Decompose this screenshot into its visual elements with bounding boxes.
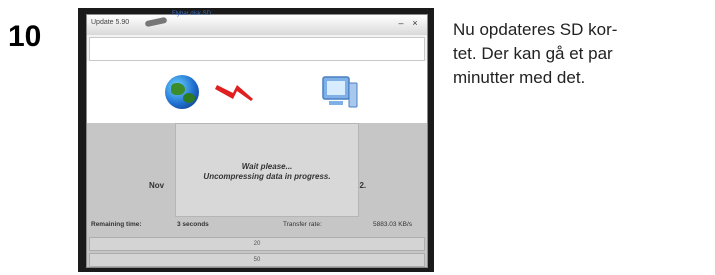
remaining-row: Remaining time: 3 seconds Transfer rate:… bbox=[87, 221, 427, 235]
progress-bar-1: 20 bbox=[89, 237, 425, 251]
computer-icon bbox=[322, 76, 358, 108]
transfer-value: 5883.03 KB/s bbox=[373, 221, 413, 228]
dialog-message-2: Uncompressing data in progress. bbox=[203, 172, 331, 181]
description-line: tet. Der kan gå et par bbox=[453, 44, 613, 63]
update-window: Update 5.90 Flybar disk SD – × Nov 02. R… bbox=[86, 11, 428, 268]
status-text-left: Nov bbox=[149, 181, 165, 190]
remaining-label: Remaining time: bbox=[91, 221, 142, 228]
window-titlebar: Update 5.90 Flybar disk SD – × bbox=[87, 11, 427, 35]
close-button[interactable]: × bbox=[409, 18, 421, 29]
transfer-label: Transfer rate: bbox=[283, 221, 322, 228]
window-title: Update 5.90 bbox=[91, 19, 130, 26]
path-field bbox=[89, 37, 425, 61]
lightning-icon bbox=[215, 85, 253, 101]
step-description: Nu opdateres SD kor- tet. Der kan gå et … bbox=[453, 18, 708, 90]
sd-drive-icon bbox=[144, 16, 168, 28]
description-line: minutter med det. bbox=[453, 68, 586, 87]
minimize-button[interactable]: – bbox=[395, 18, 407, 29]
screenshot-frame: Update 5.90 Flybar disk SD – × Nov 02. R… bbox=[78, 8, 434, 272]
wait-dialog: Wait please... Uncompressing data in pro… bbox=[175, 123, 359, 217]
progress-bar-2: 50 bbox=[89, 253, 425, 267]
description-line: Nu opdateres SD kor- bbox=[453, 20, 618, 39]
globe-icon bbox=[165, 75, 199, 109]
transfer-icons bbox=[87, 61, 427, 123]
step-number: 10 bbox=[8, 20, 42, 53]
drive-label: Flybar disk SD bbox=[172, 11, 212, 17]
dialog-message-1: Wait please... bbox=[241, 162, 293, 171]
remaining-value: 3 seconds bbox=[177, 221, 209, 228]
